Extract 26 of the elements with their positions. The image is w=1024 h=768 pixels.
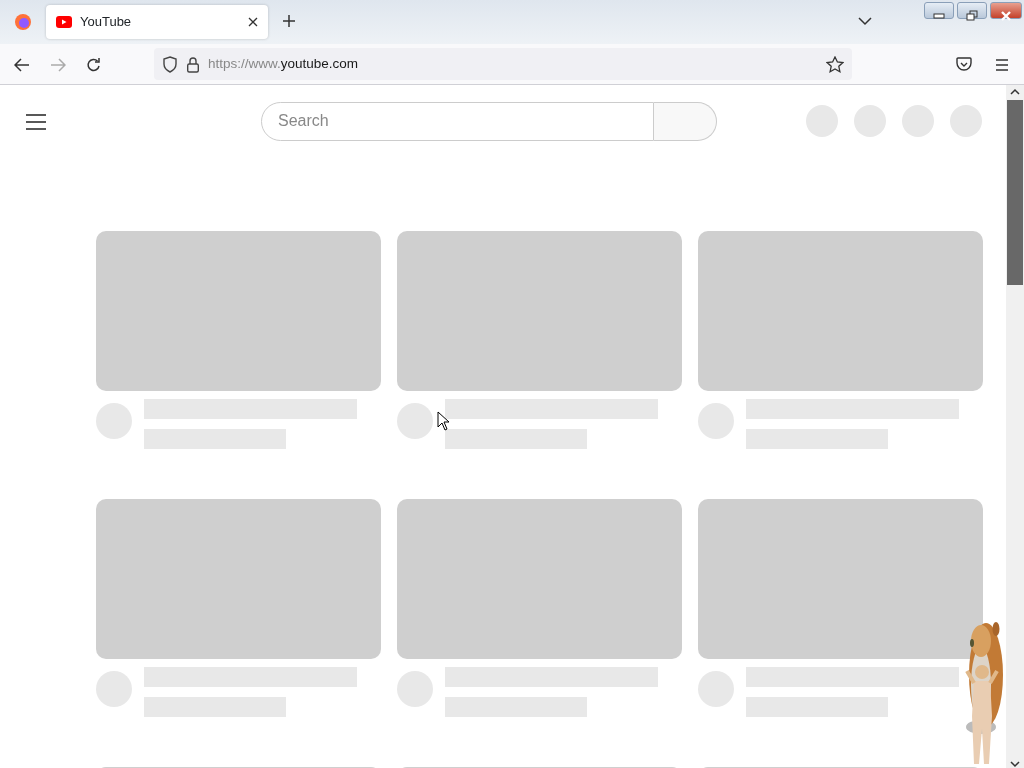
shield-icon[interactable] bbox=[162, 55, 178, 73]
url-text: https://www.youtube.com bbox=[208, 54, 359, 73]
close-button[interactable] bbox=[990, 2, 1022, 19]
play-logo-icon bbox=[56, 16, 72, 28]
plus-icon[interactable] bbox=[282, 13, 296, 28]
scrollbar[interactable] bbox=[1006, 85, 1024, 768]
star-icon[interactable] bbox=[826, 55, 844, 73]
restore-button[interactable] bbox=[957, 2, 987, 19]
browser-logo-icon[interactable] bbox=[14, 13, 32, 31]
search-field[interactable]: Search bbox=[261, 101, 654, 141]
lock-icon[interactable] bbox=[186, 55, 200, 73]
minimize-icon bbox=[933, 12, 945, 19]
browser-tab[interactable]: YouTube bbox=[46, 5, 268, 39]
minimize-button[interactable] bbox=[924, 2, 954, 19]
close-icon[interactable] bbox=[248, 17, 258, 27]
scrollbar-thumb[interactable] bbox=[1007, 100, 1023, 285]
tab-title: YouTube bbox=[80, 13, 132, 32]
reload-icon[interactable] bbox=[86, 56, 102, 73]
address-bar[interactable]: https://www.youtube.com bbox=[154, 48, 852, 80]
chevron-down-icon[interactable] bbox=[858, 15, 872, 26]
restore-icon bbox=[966, 10, 978, 22]
close-icon bbox=[1000, 10, 1012, 21]
mouse-cursor-icon bbox=[437, 411, 450, 431]
back-arrow-icon[interactable] bbox=[14, 57, 30, 72]
scroll-down-icon[interactable] bbox=[1010, 760, 1020, 768]
scroll-up-icon[interactable] bbox=[1010, 88, 1020, 96]
